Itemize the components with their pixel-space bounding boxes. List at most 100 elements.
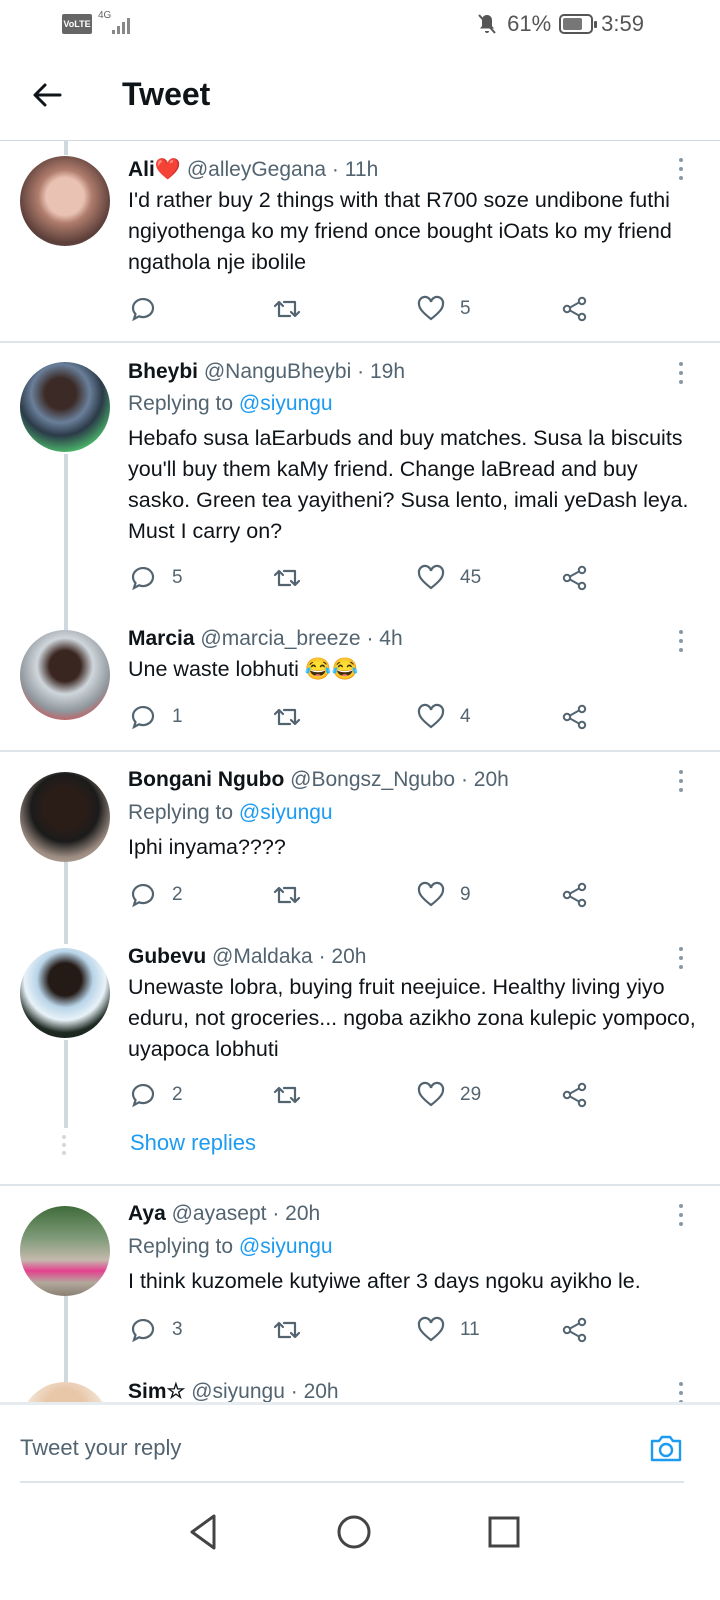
reply-button[interactable]: 3 <box>128 1313 183 1347</box>
camera-icon[interactable] <box>648 1431 684 1465</box>
tweet-actions: 1 4 <box>128 700 608 734</box>
home-circle-icon[interactable] <box>332 1510 376 1554</box>
handle[interactable]: @ayasept <box>172 1202 267 1225</box>
retweet-button[interactable] <box>272 1078 316 1112</box>
reply-button[interactable]: 2 <box>128 1078 183 1112</box>
display-name[interactable]: Gubevu <box>128 945 206 968</box>
handle[interactable]: @NanguBheybi <box>204 360 351 383</box>
network-type: 4G <box>98 10 112 21</box>
display-name[interactable]: Bheybi <box>128 360 198 383</box>
heart-icon <box>417 564 445 590</box>
tweet-text: I think kuzomele kutyiwe after 3 days ng… <box>128 1269 641 1293</box>
avatar[interactable] <box>20 948 110 1038</box>
mention-link[interactable]: @siyungu <box>239 801 333 824</box>
reply-input[interactable]: Tweet your reply <box>20 1435 181 1461</box>
tweet-text: Une waste lobhuti 😂😂 <box>128 657 359 681</box>
share-button[interactable] <box>560 1313 590 1347</box>
tweet-actions: 3 11 <box>128 1313 608 1347</box>
more-options-icon[interactable] <box>676 945 686 971</box>
heart-icon <box>417 881 445 907</box>
display-name[interactable]: Bongani Ngubo <box>128 768 284 791</box>
back-triangle-icon[interactable] <box>182 1510 226 1554</box>
system-navbar <box>0 1490 720 1600</box>
share-button[interactable] <box>560 878 590 912</box>
composer-underline <box>20 1481 684 1483</box>
thread-line <box>64 1296 68 1382</box>
more-options-icon[interactable] <box>676 156 686 182</box>
reply-button[interactable] <box>128 292 172 326</box>
like-button[interactable]: 11 <box>416 1313 480 1347</box>
like-button[interactable]: 9 <box>416 878 471 912</box>
avatar[interactable] <box>20 772 110 862</box>
mention-link[interactable]: @siyungu <box>239 1235 333 1258</box>
retweet-button[interactable] <box>272 700 316 734</box>
mention-link[interactable]: @siyungu <box>239 392 333 415</box>
timestamp: 20h <box>285 1202 321 1225</box>
like-button[interactable]: 29 <box>416 1078 481 1112</box>
divider <box>0 1184 720 1186</box>
tweet-actions: 2 29 <box>128 1078 608 1112</box>
share-button[interactable] <box>560 1078 590 1112</box>
share-button[interactable] <box>560 561 590 595</box>
arrow-left-icon[interactable] <box>30 78 64 112</box>
reply-button[interactable]: 1 <box>128 700 183 734</box>
display-name[interactable]: Sim☆ <box>128 1380 185 1403</box>
tweet-actions: 2 9 <box>128 878 608 912</box>
reply-icon <box>131 1083 155 1108</box>
thread-continuation-dots <box>62 1135 66 1159</box>
replying-prefix: Replying to <box>128 1235 234 1258</box>
share-icon <box>562 882 587 908</box>
divider <box>0 341 720 343</box>
replying-to: Replying to @siyungu <box>128 801 333 825</box>
retweet-button[interactable] <box>272 878 316 912</box>
status-bar: VoLTE 4G 61% 3:59 <box>0 0 720 48</box>
heart-icon <box>417 1081 445 1107</box>
more-options-icon[interactable] <box>676 628 686 654</box>
retweet-icon <box>273 708 301 726</box>
handle[interactable]: @alleyGegana <box>187 158 326 181</box>
display-name[interactable]: Aya <box>128 1202 166 1225</box>
avatar[interactable] <box>20 1206 110 1296</box>
tweet-text: I'd rather buy 2 things with that R700 s… <box>128 188 672 274</box>
more-options-icon[interactable] <box>676 360 686 386</box>
divider <box>0 750 720 752</box>
like-button[interactable]: 4 <box>416 700 471 734</box>
handle[interactable]: @marcia_breeze <box>200 627 360 650</box>
like-button[interactable]: 5 <box>416 292 471 326</box>
recents-square-icon[interactable] <box>482 1510 526 1554</box>
handle[interactable]: @Maldaka <box>212 945 313 968</box>
reply-icon <box>131 1318 155 1343</box>
avatar[interactable] <box>20 362 110 452</box>
display-name[interactable]: Marcia <box>128 627 195 650</box>
reply-button[interactable]: 2 <box>128 878 183 912</box>
retweet-button[interactable] <box>272 292 316 326</box>
handle[interactable]: @Bongsz_Ngubo <box>290 768 455 791</box>
share-button[interactable] <box>560 700 590 734</box>
share-icon <box>562 704 587 730</box>
timestamp: 20h <box>331 945 367 968</box>
retweet-icon <box>273 300 301 318</box>
more-options-icon[interactable] <box>676 768 686 794</box>
timestamp: 19h <box>369 360 406 383</box>
share-button[interactable] <box>560 292 590 326</box>
reply-count: 2 <box>172 1084 183 1105</box>
show-replies-link[interactable]: Show replies <box>130 1130 256 1156</box>
reply-button[interactable]: 5 <box>128 561 183 595</box>
like-count: 4 <box>460 706 471 727</box>
retweet-button[interactable] <box>272 1313 316 1347</box>
like-count: 29 <box>460 1084 482 1105</box>
tweet-text: Unewaste lobra, buying fruit neejuice. H… <box>128 975 696 1061</box>
avatar[interactable] <box>20 156 110 246</box>
more-options-icon[interactable] <box>676 1202 686 1228</box>
header: Tweet <box>0 48 720 141</box>
reply-icon <box>131 566 155 591</box>
like-count: 5 <box>460 298 471 319</box>
avatar[interactable] <box>20 630 110 720</box>
heart-icon <box>417 703 445 729</box>
retweet-button[interactable] <box>272 561 316 595</box>
handle[interactable]: @siyungu <box>191 1380 285 1403</box>
like-button[interactable]: 45 <box>416 561 481 595</box>
display-name[interactable]: Ali❤️ <box>128 158 181 181</box>
like-count: 9 <box>460 884 471 905</box>
signal-icon: 4G <box>98 10 138 36</box>
